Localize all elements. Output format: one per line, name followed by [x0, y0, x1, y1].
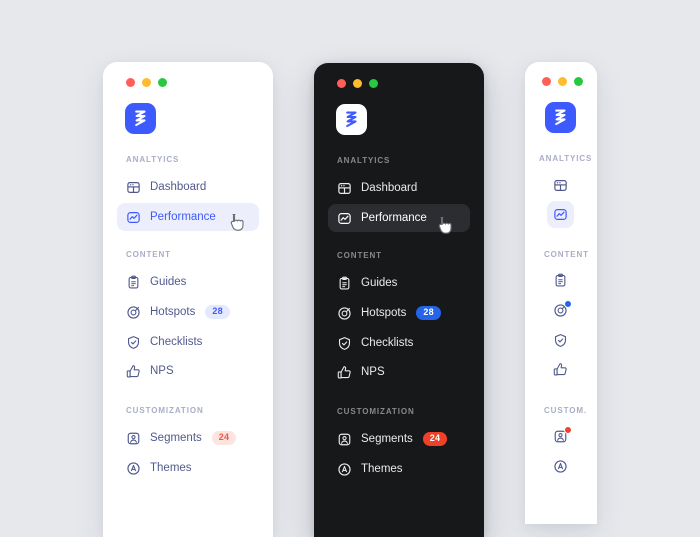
logo-glyph-icon — [135, 110, 146, 127]
hotspots-icon — [127, 305, 140, 319]
nav-item-label: NPS — [150, 365, 174, 377]
checklists-icon — [127, 335, 140, 349]
maximize-dot[interactable] — [574, 77, 583, 86]
dashboard-icon — [127, 181, 140, 193]
nav-item-themes[interactable]: Themes — [117, 454, 259, 482]
collapsed-sidebar-panel: ANALTYICS CONTENT CUSTOM. — [525, 62, 597, 524]
nav-item-label: Guides — [361, 277, 398, 289]
nav-item-label: Performance — [361, 212, 427, 224]
app-logo[interactable] — [125, 103, 156, 134]
notification-dot — [564, 300, 572, 308]
rail-item-segments[interactable] — [547, 423, 574, 450]
nav-item-label: Dashboard — [150, 181, 207, 193]
section-label-content: CONTENT — [544, 250, 589, 259]
nav-item-segments[interactable]: Segments 24 — [117, 424, 259, 452]
dashboard-icon — [338, 182, 351, 194]
nav-item-dashboard[interactable]: Dashboard — [328, 174, 470, 202]
nav-item-hotspots[interactable]: Hotspots 28 — [117, 298, 259, 326]
nav-item-label: Hotspots — [361, 307, 407, 319]
guides-icon — [339, 276, 350, 289]
logo-glyph-icon — [346, 111, 357, 128]
light-sidebar-panel: ANALTYICS Dashboard Performance CONTENT … — [103, 62, 273, 537]
nav-item-performance[interactable]: Performance — [117, 203, 259, 231]
nav-item-hotspots[interactable]: Hotspots 28 — [328, 299, 470, 327]
maximize-dot[interactable] — [369, 79, 378, 88]
nav-item-label: Themes — [361, 463, 403, 475]
nav-item-segments[interactable]: Segments 24 — [328, 425, 470, 453]
dashboard-icon — [554, 180, 567, 191]
rail-item-nps[interactable] — [547, 356, 574, 383]
rail-item-themes[interactable] — [547, 453, 574, 480]
segments-icon — [127, 432, 140, 444]
nps-icon — [553, 363, 567, 376]
maximize-dot[interactable] — [158, 78, 167, 87]
nav-badge-hotspots: 28 — [205, 305, 230, 319]
rail-item-performance[interactable] — [547, 201, 574, 228]
section-label-content: CONTENT — [126, 250, 171, 259]
close-dot[interactable] — [126, 78, 135, 87]
window-controls — [542, 77, 583, 86]
window-controls — [337, 79, 378, 88]
minimize-dot[interactable] — [558, 77, 567, 86]
nav-item-performance[interactable]: Performance — [328, 204, 470, 232]
nav-item-guides[interactable]: Guides — [328, 269, 470, 297]
nav-item-checklists[interactable]: Checklists — [328, 329, 470, 357]
section-label-customization: CUSTOMIZATION — [337, 407, 415, 416]
section-label-analytics: ANALTYICS — [337, 156, 391, 165]
nav-item-label: Segments — [361, 433, 413, 445]
nav-item-label: Themes — [150, 462, 192, 474]
close-dot[interactable] — [542, 77, 551, 86]
section-label-customization: CUSTOMIZATION — [126, 406, 204, 415]
guides-icon — [128, 275, 139, 288]
close-dot[interactable] — [337, 79, 346, 88]
app-logo[interactable] — [545, 102, 576, 133]
nav-item-label: Checklists — [150, 336, 203, 348]
guides-icon — [555, 273, 566, 287]
themes-icon — [338, 462, 351, 476]
nav-item-label: Performance — [150, 211, 216, 223]
nav-item-dashboard[interactable]: Dashboard — [117, 173, 259, 201]
section-label-content: CONTENT — [337, 251, 382, 260]
checklists-icon — [554, 334, 567, 347]
nps-icon — [126, 364, 140, 377]
performance-icon — [127, 211, 140, 223]
section-label-analytics: ANALTYICS — [539, 154, 593, 163]
section-label-customization: CUSTOM. — [544, 406, 588, 415]
nav-item-label: NPS — [361, 366, 385, 378]
nav-badge-hotspots: 28 — [416, 306, 441, 320]
rail-item-guides[interactable] — [547, 267, 574, 294]
segments-icon — [338, 433, 351, 445]
checklists-icon — [338, 336, 351, 350]
nav-item-label: Hotspots — [150, 306, 196, 318]
nps-icon — [337, 365, 351, 378]
logo-glyph-icon — [555, 109, 566, 126]
nav-item-nps[interactable]: NPS — [328, 358, 470, 386]
themes-icon — [127, 461, 140, 475]
rail-item-hotspots[interactable] — [547, 297, 574, 324]
nav-badge-segments: 24 — [422, 432, 448, 446]
nav-item-label: Checklists — [361, 337, 414, 349]
section-label-analytics: ANALTYICS — [126, 155, 180, 164]
themes-icon — [554, 460, 567, 473]
nav-item-nps[interactable]: NPS — [117, 357, 259, 385]
nav-badge-segments: 24 — [211, 431, 237, 445]
nav-item-label: Dashboard — [361, 182, 418, 194]
rail-item-dashboard[interactable] — [547, 172, 574, 199]
nav-item-checklists[interactable]: Checklists — [117, 328, 259, 356]
minimize-dot[interactable] — [142, 78, 151, 87]
rail-item-checklists[interactable] — [547, 327, 574, 354]
notification-dot — [564, 426, 572, 434]
window-controls — [126, 78, 167, 87]
dark-sidebar-panel: ANALTYICS Dashboard Performance CONTENT … — [314, 63, 484, 537]
nav-item-themes[interactable]: Themes — [328, 455, 470, 483]
performance-icon — [338, 212, 351, 224]
minimize-dot[interactable] — [353, 79, 362, 88]
app-logo[interactable] — [336, 104, 367, 135]
nav-item-label: Guides — [150, 276, 187, 288]
performance-icon — [554, 209, 567, 220]
nav-item-guides[interactable]: Guides — [117, 268, 259, 296]
hotspots-icon — [338, 306, 351, 320]
nav-item-label: Segments — [150, 432, 202, 444]
